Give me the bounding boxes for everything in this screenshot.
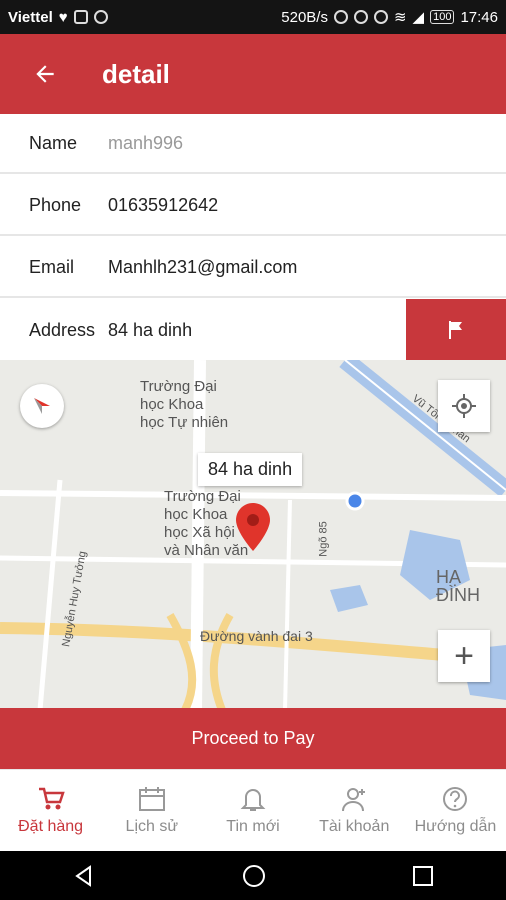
map-district-label: HẠ ĐÌNH [436, 567, 480, 605]
clock-time: 17:46 [460, 8, 498, 26]
page-title: detail [102, 58, 170, 89]
tab-order[interactable]: Đặt hàng [0, 770, 101, 851]
battery-icon: 100 [430, 10, 455, 24]
address-row: Address 84 ha dinh [0, 299, 506, 361]
tab-news[interactable]: Tin mới [202, 770, 303, 851]
cart-icon [38, 787, 65, 809]
status-bar: Viettel ♥ 520B/s ≋ ◢ 100 17:46 [0, 0, 506, 34]
wifi-icon: ≋ [393, 9, 407, 26]
calendar-icon [138, 786, 165, 811]
bottom-tab-bar: Đặt hàng Lịch sử Tin mới Tài khoản Hướng… [0, 769, 506, 851]
compass-button[interactable] [20, 384, 64, 428]
tab-history[interactable]: Lịch sử [101, 770, 202, 851]
name-label: Name [29, 132, 78, 153]
app-bar: detail [0, 34, 506, 114]
proceed-to-pay-button[interactable]: Proceed to Pay [0, 708, 506, 769]
bell-icon [240, 788, 266, 811]
email-label: Email [29, 256, 75, 277]
my-location-button[interactable] [438, 380, 490, 432]
email-row: Email Manhlh231@gmail.com [0, 238, 506, 298]
map-road-label: Đường vành đai 3 [200, 628, 313, 644]
map-street-label: Ngõ 85 [317, 521, 330, 557]
flag-icon [449, 321, 462, 339]
tab-label: Lịch sử [125, 817, 179, 835]
locate-address-button[interactable] [406, 299, 506, 361]
map-poi-label: Trường Đại học Khoa học Tự nhiên [140, 378, 229, 431]
marker-info-window[interactable]: 84 ha dinh [198, 453, 303, 486]
phone-row: Phone 01635912642 [0, 176, 506, 236]
map-view[interactable]: Trường Đại học Khoa học Tự nhiên Trường … [0, 360, 506, 710]
tab-label: Đặt hàng [18, 817, 84, 835]
tab-label: Tin mới [226, 817, 280, 835]
name-field[interactable]: manh996 [108, 133, 183, 154]
back-nav-icon[interactable] [72, 864, 96, 888]
location-icon [333, 10, 348, 24]
alert-icon [93, 10, 108, 24]
zoom-in-button[interactable]: + [438, 630, 490, 682]
user-icon [342, 787, 366, 811]
help-icon [443, 786, 468, 811]
address-field[interactable]: 84 ha dinh [108, 320, 192, 341]
heart-icon: ♥ [58, 8, 68, 26]
tab-label: Hướng dẫn [414, 817, 497, 835]
tab-label: Tài khoản [319, 817, 390, 835]
crosshair-icon [452, 394, 476, 418]
carrier-label: Viettel [8, 8, 53, 26]
tab-help[interactable]: Hướng dẫn [405, 770, 506, 851]
alarm-icon [353, 10, 368, 24]
email-field[interactable]: Manhlh231@gmail.com [108, 257, 297, 278]
compass-icon [34, 398, 50, 414]
network-speed: 520B/s [281, 8, 328, 26]
map-pin-icon[interactable] [236, 503, 270, 551]
address-label: Address [29, 319, 96, 340]
home-nav-icon[interactable] [241, 863, 267, 889]
phone-field[interactable]: 01635912642 [108, 195, 218, 216]
signal-icon: ◢ [412, 9, 425, 26]
back-button[interactable] [0, 34, 90, 114]
wifi-call-icon [73, 10, 88, 24]
arrow-left-icon [36, 65, 54, 83]
eye-icon [373, 10, 388, 24]
phone-label: Phone [29, 194, 82, 215]
system-nav-bar [0, 851, 506, 900]
name-row: Name manh996 [0, 114, 506, 174]
tab-account[interactable]: Tài khoản [304, 770, 405, 851]
recents-nav-icon[interactable] [412, 865, 434, 887]
